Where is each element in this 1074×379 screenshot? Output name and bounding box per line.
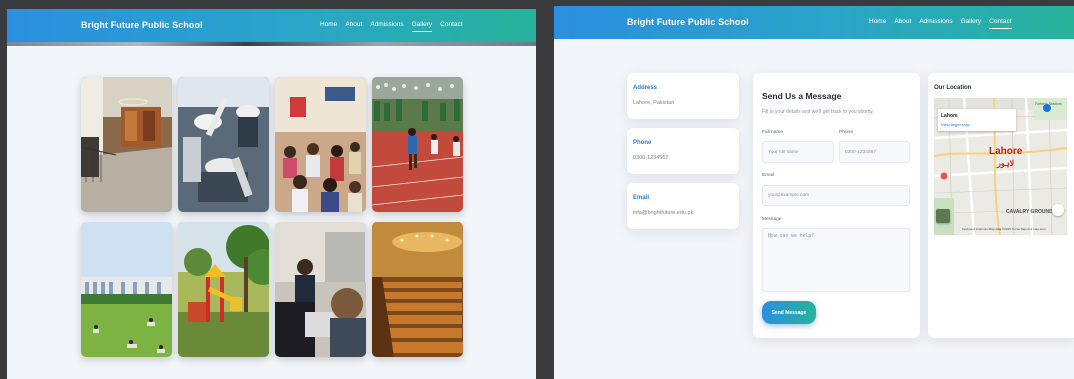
gallery-item-library[interactable] [81,77,172,212]
email-value[interactable]: info@brightfuture.edu.pk [633,210,693,216]
form-subtitle: Fill in your details and we'll get back … [762,109,874,115]
message-textarea[interactable] [762,228,910,292]
classroom-photo-icon [275,77,366,212]
contact-page-screenshot: Bright Future Public School Home About A… [554,6,1074,379]
sports-day-photo-icon [372,77,463,212]
location-card: Our Location Lahore View larger map Fort… [928,73,1074,338]
map-place-name: Lahore [941,113,958,119]
nav-admissions[interactable]: Admissions [370,21,403,32]
map-footer-links[interactable]: Keyboard shortcuts Map data ©2025 Terms … [962,227,1046,231]
nav-gallery[interactable]: Gallery [961,18,982,29]
address-title: Address [633,85,658,91]
nav-about[interactable]: About [345,21,362,32]
nav-contact[interactable]: Contact [440,21,462,32]
phone-value: 0300-1234567 [633,155,669,161]
view-larger-map-link[interactable]: View larger map [941,122,970,127]
navbar: Bright Future Public School Home About A… [7,9,536,42]
map-fortress-label: Fortress Stadium [1035,102,1062,106]
campus-lawn-photo-icon [81,222,172,357]
library-hall-photo-icon [81,77,172,212]
hero-image-edge [7,42,536,46]
google-map[interactable]: Lahore View larger map Fortress Stadium … [934,98,1067,235]
message-label: Message [762,217,782,222]
nav-home[interactable]: Home [320,21,337,32]
nav-about[interactable]: About [894,18,911,29]
map-info-panel: Lahore View larger map [938,109,1016,131]
contact-form-card: Send Us a Message Fill in your details a… [753,73,920,338]
map-city-label-urdu: لاہور [997,159,1015,168]
map-city-label: Lahore [989,146,1023,157]
gallery-page-screenshot: Bright Future Public School Home About A… [7,9,536,379]
address-card: Address Lahore, Pakistan [627,73,739,119]
gallery-item-science-lab[interactable] [178,77,269,212]
phone-label: Phone [839,130,853,135]
address-value: Lahore, Pakistan [633,100,675,106]
map-pan-control-icon[interactable] [1052,204,1064,216]
gallery-item-playground[interactable] [178,222,269,357]
gallery-grid [81,77,463,357]
students-in-class-photo-icon [275,222,366,357]
nav-gallery[interactable]: Gallery [411,21,433,32]
nav-admissions[interactable]: Admissions [919,18,952,29]
nav-links: Home About Admissions Gallery Contact [320,21,463,32]
form-title: Send Us a Message [762,91,842,101]
nav-contact[interactable]: Contact [989,18,1012,29]
gallery-item-students[interactable] [275,222,366,357]
phone-input[interactable] [839,141,910,163]
map-satellite-thumb-icon[interactable] [936,209,950,223]
microscopes-photo-icon [178,77,269,212]
nav-links: Home About Admissions Gallery Contact [869,18,1012,29]
email-label: Email [762,173,774,178]
gallery-item-sports-day[interactable] [372,77,463,212]
full-name-label: Full name [762,130,784,135]
brand-logo[interactable]: Bright Future Public School [627,17,749,27]
email-title: Email [633,195,650,201]
gallery-item-auditorium[interactable] [372,222,463,357]
gallery-item-classroom[interactable] [275,77,366,212]
send-message-button[interactable]: Send Message [762,301,816,324]
map-cavalry-label: CAVALRY GROUND [1006,209,1053,215]
gallery-item-campus[interactable] [81,222,172,357]
nav-home[interactable]: Home [869,18,886,29]
email-input[interactable] [762,185,910,206]
auditorium-photo-icon [372,222,463,357]
phone-title: Phone [633,140,652,146]
email-card: Email info@brightfuture.edu.pk [627,183,739,229]
full-name-input[interactable] [762,141,834,163]
brand-logo[interactable]: Bright Future Public School [81,20,203,30]
location-title: Our Location [934,85,972,91]
phone-card: Phone 0300-1234567 [627,128,739,174]
playground-photo-icon [178,222,269,357]
navbar: Bright Future Public School Home About A… [554,6,1074,39]
